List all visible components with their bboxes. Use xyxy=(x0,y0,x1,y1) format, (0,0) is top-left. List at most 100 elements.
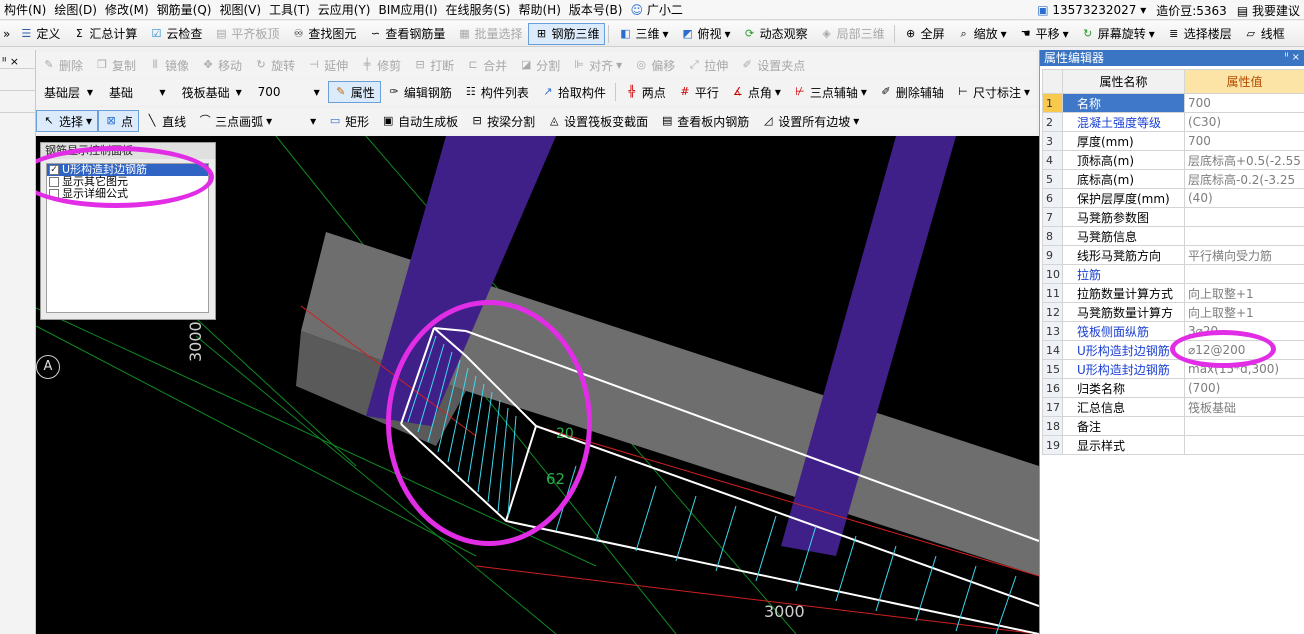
menu-item-assistant[interactable]: ☺ 广小二 xyxy=(626,1,686,19)
point-angle-button[interactable]: ∡ 点角 ▾ xyxy=(725,81,787,103)
zoom-button[interactable]: ⌕ 缩放 ▾ xyxy=(951,23,1013,45)
property-value[interactable]: 层底标高+0.5(-2.55 xyxy=(1184,150,1304,170)
property-row[interactable]: 6 保护层厚度(mm) (40) xyxy=(1042,188,1304,208)
screen-rotate-button[interactable]: ↻ 屏幕旋转 ▾ xyxy=(1075,23,1161,45)
set-slopes-button[interactable]: ◿ 设置所有边坡 ▾ xyxy=(755,110,865,132)
split-by-beam-button[interactable]: ⊟ 按梁分割 xyxy=(464,110,541,132)
suggest-button[interactable]: ▤ 我要建议 xyxy=(1237,2,1300,19)
dimension-button[interactable]: ⊢ 尺寸标注 ▾ xyxy=(950,81,1036,103)
find-button[interactable]: ♾ 查找图元 xyxy=(285,23,362,45)
menu-item-bim[interactable]: BIM应用(I) xyxy=(374,1,441,19)
layer-select[interactable]: 基础层 ▼ xyxy=(39,82,98,102)
set-grip-button[interactable]: ✐ 设置夹点 xyxy=(734,54,811,76)
property-value[interactable] xyxy=(1184,435,1304,455)
delete-axis-button[interactable]: ✐ 删除辅轴 xyxy=(873,81,950,103)
property-value[interactable] xyxy=(1184,226,1304,246)
property-row[interactable]: 19 显示样式 xyxy=(1042,435,1304,455)
select-floor-button[interactable]: ≣ 选择楼层 xyxy=(1161,23,1238,45)
copy-button[interactable]: ❐ 复制 xyxy=(89,54,142,76)
two-points-button[interactable]: ╬ 两点 xyxy=(619,81,672,103)
menu-item-cloud[interactable]: 云应用(Y) xyxy=(314,1,375,19)
top-view-button[interactable]: ◩ 俯视 ▾ xyxy=(675,23,737,45)
rotate-button[interactable]: ↻ 旋转 xyxy=(248,54,301,76)
rect-tool-button[interactable]: ▭ 矩形 xyxy=(322,110,375,132)
dynamic-orbit-button[interactable]: ⟳ 动态观察 xyxy=(737,23,814,45)
menu-item-help[interactable]: 帮助(H) xyxy=(514,1,564,19)
parallel-button[interactable]: # 平行 xyxy=(672,81,725,103)
extend-button[interactable]: ⊣ 延伸 xyxy=(301,54,354,76)
pin-icon[interactable]: ᐦ × xyxy=(2,55,19,68)
property-row[interactable]: 4 顶标高(m) 层底标高+0.5(-2.55 xyxy=(1042,150,1304,170)
break-button[interactable]: ⊟ 打断 xyxy=(407,54,460,76)
stretch-button[interactable]: ⤢ 拉伸 xyxy=(681,54,734,76)
property-row[interactable]: 5 底标高(m) 层底标高-0.2(-3.25 xyxy=(1042,169,1304,189)
menu-item-modify[interactable]: 修改(M) xyxy=(101,1,153,19)
define-button[interactable]: ☰ 定义 xyxy=(13,23,66,45)
property-row[interactable]: 10 拉筋 xyxy=(1042,264,1304,284)
property-value[interactable]: 层底标高-0.2(-3.25 xyxy=(1184,169,1304,189)
point-tool-button[interactable]: ⊠ 点 xyxy=(98,110,140,132)
property-value[interactable]: 向上取整+1 xyxy=(1184,283,1304,303)
properties-button[interactable]: ✎ 属性 xyxy=(327,81,381,103)
three-point-axis-button[interactable]: ⊬ 三点辅轴 ▾ xyxy=(787,81,873,103)
property-row[interactable]: 1 名称 700 xyxy=(1042,93,1304,113)
property-row[interactable]: 18 备注 xyxy=(1042,416,1304,436)
edit-rebar-button[interactable]: ✑ 编辑钢筋 xyxy=(381,81,458,103)
menu-item-tools[interactable]: 工具(T) xyxy=(265,1,314,19)
set-section-button[interactable]: ◬ 设置筏板变截面 xyxy=(541,110,654,132)
shape-dropdown[interactable]: ▾ xyxy=(278,110,322,132)
wireframe-button[interactable]: ▱ 线框 xyxy=(1238,23,1291,45)
left-panel-strip[interactable]: ᐦ × xyxy=(0,50,36,634)
component-list-button[interactable]: ☷ 构件列表 xyxy=(458,81,535,103)
line-tool-button[interactable]: ╲ 直线 xyxy=(139,110,192,132)
property-value[interactable]: (40) xyxy=(1184,188,1304,208)
property-value[interactable] xyxy=(1184,207,1304,227)
view3d-button[interactable]: ◧ 三维 ▾ xyxy=(612,23,674,45)
account-phone[interactable]: ▣ 13573232027 ▾ xyxy=(1037,3,1146,17)
type-select[interactable]: 筏板基础 ▼ xyxy=(177,82,247,102)
local3d-button[interactable]: ◈ 局部三维 xyxy=(814,23,891,45)
sum-button[interactable]: Σ 汇总计算 xyxy=(66,23,143,45)
split-button[interactable]: ◪ 分割 xyxy=(513,54,566,76)
align-button[interactable]: ⊫ 对齐 ▾ xyxy=(566,54,628,76)
property-value[interactable]: 向上取整+1 xyxy=(1184,302,1304,322)
batch-select-button[interactable]: ▦ 批量选择 xyxy=(451,23,528,45)
merge-button[interactable]: ⊏ 合并 xyxy=(460,54,513,76)
property-row[interactable]: 17 汇总信息 筏板基础 xyxy=(1042,397,1304,417)
view-rebar-button[interactable]: ∽ 查看钢筋量 xyxy=(362,23,451,45)
menu-item-draw[interactable]: 绘图(D) xyxy=(50,1,101,19)
mirror-button[interactable]: ⫴ 镜像 xyxy=(142,54,195,76)
pin-close-icon[interactable]: ᐦ × xyxy=(1285,50,1300,66)
delete-button[interactable]: ✎ 删除 xyxy=(36,54,89,76)
property-row[interactable]: 3 厚度(mm) 700 xyxy=(1042,131,1304,151)
menu-item-component[interactable]: 构件(N) xyxy=(0,1,50,19)
trim-button[interactable]: ╪ 修剪 xyxy=(354,54,407,76)
pick-component-button[interactable]: ↗ 拾取构件 xyxy=(535,81,612,103)
menu-item-version[interactable]: 版本号(B) xyxy=(565,1,627,19)
property-value[interactable]: (C30) xyxy=(1184,112,1304,132)
move-button[interactable]: ✥ 移动 xyxy=(195,54,248,76)
category-select[interactable]: 基础 ▼ xyxy=(104,82,171,102)
property-value[interactable] xyxy=(1184,416,1304,436)
property-row[interactable]: 12 马凳筋数量计算方 向上取整+1 xyxy=(1042,302,1304,322)
menu-item-online[interactable]: 在线服务(S) xyxy=(442,1,515,19)
property-row[interactable]: 9 线形马凳筋方向 平行横向受力筋 xyxy=(1042,245,1304,265)
pan-button[interactable]: ☚ 平移 ▾ xyxy=(1013,23,1075,45)
align-top-button[interactable]: ▤ 平齐板顶 xyxy=(208,23,285,45)
property-value[interactable]: 筏板基础 xyxy=(1184,397,1304,417)
rebar3d-button[interactable]: ⊞ 钢筋三维 xyxy=(528,22,606,45)
arc-tool-button[interactable]: ⌒ 三点画弧 ▾ xyxy=(192,110,278,132)
property-row[interactable]: 7 马凳筋参数图 xyxy=(1042,207,1304,227)
select-tool-button[interactable]: ↖ 选择 ▾ xyxy=(36,110,99,132)
property-value[interactable] xyxy=(1184,264,1304,284)
view-inner-rebar-button[interactable]: ▤ 查看板内钢筋 xyxy=(654,110,755,132)
property-row[interactable]: 2 混凝土强度等级 (C30) xyxy=(1042,112,1304,132)
cloud-check-button[interactable]: ☑ 云检查 xyxy=(143,23,208,45)
toolbar-arrow[interactable]: » xyxy=(0,23,13,45)
property-row[interactable]: 8 马凳筋信息 xyxy=(1042,226,1304,246)
property-row[interactable]: 16 归类名称 (700) xyxy=(1042,378,1304,398)
menu-item-rebar-quantity[interactable]: 钢筋量(Q) xyxy=(153,1,216,19)
fullscreen-button[interactable]: ⊕ 全屏 xyxy=(898,23,951,45)
property-value[interactable]: 700 xyxy=(1184,93,1304,113)
3d-viewport[interactable]: 3000 3000 20 62 A 钢筋显示控制面板 ✓ U形构造封边钢筋 显示… xyxy=(36,136,1039,634)
